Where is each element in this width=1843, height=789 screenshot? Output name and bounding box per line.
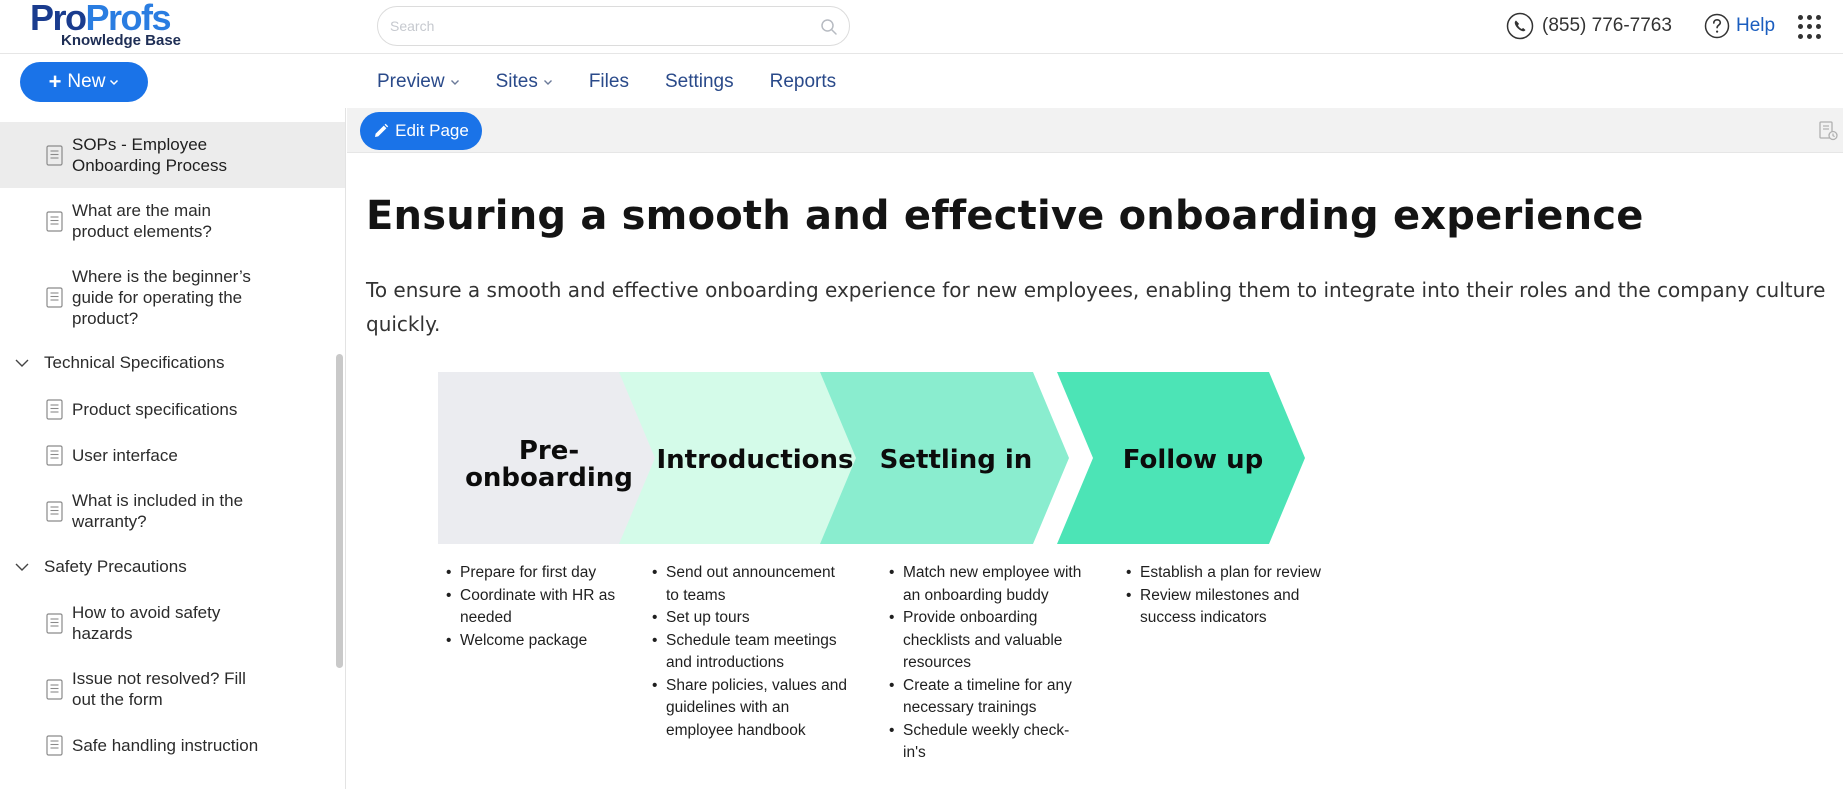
nav-item-label: Preview [377, 71, 445, 92]
chevron-down-icon[interactable] [14, 355, 30, 371]
sidebar-page-item[interactable]: Safe handling instruction [0, 722, 345, 768]
new-button[interactable]: + New [20, 62, 148, 102]
phone-number: (855) 776-7763 [1542, 15, 1672, 36]
document-icon [46, 678, 63, 700]
nav-sites[interactable]: Sites [496, 71, 553, 93]
document-icon [46, 500, 63, 522]
new-button-label: New [67, 71, 106, 92]
stage-bullet: Create a timeline for any necessary trai… [889, 675, 1089, 720]
sidebar-page-label: SOPs - Employee Onboarding Process [72, 135, 227, 175]
top-header: ProProfs Knowledge Base (855) 776-7763 H… [0, 0, 1843, 54]
chevron-down-icon [543, 80, 552, 85]
chevron-down-icon[interactable] [14, 559, 30, 575]
stage-title: Settling in [844, 447, 1068, 474]
nav-item-label: Files [588, 71, 629, 92]
sidebar-page-item[interactable]: Issue not resolved? Fill out the form [0, 656, 345, 722]
nav-preview[interactable]: Preview [377, 71, 460, 93]
help-icon [1704, 13, 1730, 39]
search-input[interactable] [390, 15, 810, 37]
stage-title-line: Introductions [656, 445, 854, 475]
nav-files[interactable]: Files [589, 71, 629, 93]
sidebar-page-item[interactable]: Where is the beginner’s guide for operat… [0, 254, 345, 340]
sidebar-page-item[interactable]: How to avoid safety hazards [0, 590, 345, 656]
sidebar-page-label: User interface [72, 445, 178, 465]
proprofs-logo[interactable]: ProProfs Knowledge Base [30, 0, 200, 52]
stage-bullet: Schedule weekly check-in's [889, 720, 1089, 765]
sidebar-page-item[interactable]: Product specifications [0, 386, 345, 432]
stage-bullet: Set up tours [652, 607, 852, 630]
stage-bullet: Schedule team meetings and introductions [652, 630, 852, 675]
stage-bullet: Welcome package [446, 630, 621, 653]
stage-bullet-list: Establish a plan for reviewReview milest… [1126, 562, 1346, 630]
stage-bullet: Prepare for first day [446, 562, 621, 585]
plus-icon: + [48, 69, 62, 94]
sidebar-page-label: What are the main product elements? [72, 201, 212, 241]
stage-bullet-list: Send out announcement to teamsSet up tou… [652, 562, 852, 742]
page-history-icon[interactable] [1817, 120, 1839, 142]
sidebar-page-item[interactable]: What is included in the warranty? [0, 478, 345, 544]
nav-item-label: Sites [495, 71, 538, 92]
stage-title-line: Pre- [518, 436, 580, 466]
document-icon [46, 734, 63, 756]
sidebar-category-safety-precautions[interactable]: Safety Precautions [0, 544, 345, 590]
edit-page-button[interactable]: Edit Page [360, 112, 482, 150]
help-link[interactable]: Help [1704, 12, 1775, 40]
sidebar-page-label: Where is the beginner’s guide for operat… [72, 266, 251, 328]
page-toolbar: Edit Page [347, 108, 1843, 153]
logo-wordmark: ProProfs [30, 0, 172, 38]
document-icon [46, 612, 63, 634]
stage-bullet: Send out announcement to teams [652, 562, 852, 607]
document-icon [46, 210, 63, 232]
stage-title: Pre-onboarding [438, 438, 660, 492]
chevron-down-icon [110, 79, 119, 86]
article-description: To ensure a smooth and effective onboard… [366, 278, 1826, 336]
sidebar-category-label: Technical Specifications [44, 353, 225, 372]
stage-title: Introductions [643, 447, 867, 474]
nav-item-label: Reports [769, 71, 837, 92]
stage-bullet: Establish a plan for review [1126, 562, 1346, 585]
nav-settings[interactable]: Settings [665, 71, 734, 93]
search-icon[interactable] [819, 17, 839, 37]
pencil-icon [375, 123, 389, 137]
nav-item-label: Settings [664, 71, 734, 92]
sidebar-page-label: Safe handling instruction [72, 735, 259, 755]
stage-bullet: Provide onboarding checklists and valuab… [889, 607, 1089, 675]
search-box[interactable] [377, 6, 850, 46]
stage-bullet-list: Match new employee with an onboarding bu… [889, 562, 1089, 765]
help-label: Help [1736, 15, 1776, 36]
sidebar-page-label: What is included in the warranty? [72, 491, 244, 531]
stage-title-line: onboarding [465, 463, 633, 493]
support-phone[interactable]: (855) 776-7763 [1506, 12, 1672, 40]
document-icon [46, 398, 63, 420]
sidebar-page-item[interactable]: SOPs - Employee Onboarding Process [0, 122, 345, 188]
nav-reports[interactable]: Reports [770, 71, 837, 93]
document-icon [46, 444, 63, 466]
onboarding-infographic: Pre-onboarding Prepare for first dayCoord… [438, 372, 1438, 772]
sidebar-page-label: Issue not resolved? Fill out the form [72, 669, 246, 709]
stage-title-line: Follow up [1122, 445, 1264, 475]
stage-bullet: Review milestones and success indicators [1126, 585, 1346, 630]
top-nav: Preview Sites Files Settings Reports [377, 62, 872, 102]
sidebar-category-technical-specifications[interactable]: Technical Specifications [0, 340, 345, 386]
stage-bullet: Match new employee with an onboarding bu… [889, 562, 1089, 607]
phone-icon [1506, 12, 1534, 40]
sidebar: SOPs - Employee Onboarding Process What a… [0, 108, 346, 789]
stage-title-line: Settling in [879, 445, 1033, 475]
sidebar-page-item[interactable]: User interface [0, 432, 345, 478]
article-title: Ensuring a smooth and effective onboardi… [366, 193, 1644, 239]
sidebar-category-label: Safety Precautions [44, 557, 187, 576]
document-icon [46, 286, 63, 308]
stage-title: Follow up [1081, 447, 1305, 474]
sidebar-page-item[interactable]: What are the main product elements? [0, 188, 345, 254]
apps-grid-icon[interactable] [1798, 15, 1822, 39]
stage-bullet: Share policies, values and guidelines wi… [652, 675, 852, 743]
chevron-down-icon [450, 80, 459, 85]
sidebar-page-label: Product specifications [72, 399, 238, 419]
document-icon [46, 144, 63, 166]
stage-bullet-list: Prepare for first dayCoordinate with HR … [446, 562, 621, 652]
stage-bullet: Coordinate with HR as needed [446, 585, 621, 630]
sidebar-page-label: How to avoid safety hazards [72, 603, 221, 643]
edit-page-label: Edit Page [395, 121, 469, 140]
logo-subtitle: Knowledge Base [61, 32, 182, 49]
